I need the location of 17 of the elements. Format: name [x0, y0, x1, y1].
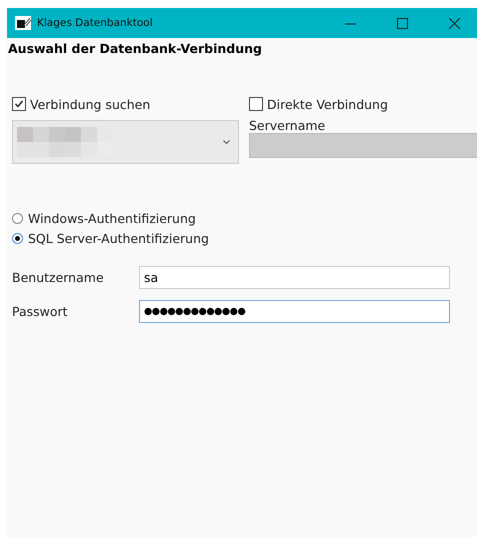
- chevron-icon: [223, 140, 230, 144]
- field-label: Passwort: [12, 304, 69, 319]
- maximize-icon: [396, 18, 408, 28]
- input-field[interactable]: sa: [139, 266, 450, 289]
- input-field[interactable]: ●●●●●●●●●●●●●: [139, 300, 450, 323]
- radio-option[interactable]: Windows-Authentifizierung: [12, 208, 477, 228]
- close-icon: [448, 18, 460, 28]
- checkmark-icon: [14, 99, 24, 109]
- section-heading: Auswahl der Datenbank-Verbindung: [8, 41, 263, 56]
- field-label: Benutzername: [12, 270, 105, 285]
- window-title: Klages Datenbanktool: [37, 17, 154, 29]
- checkbox[interactable]: Verbindung suchen: [12, 94, 239, 114]
- radio-option[interactable]: SQL Server-Authentifizierung: [12, 228, 477, 248]
- server-dropdown[interactable]: [12, 120, 239, 164]
- checkbox[interactable]: Direkte Verbindung: [249, 94, 477, 114]
- app-icon: [15, 16, 31, 30]
- servername-label: Servername: [249, 118, 326, 133]
